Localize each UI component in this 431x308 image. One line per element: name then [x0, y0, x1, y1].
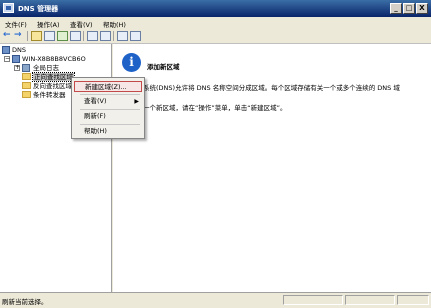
context-menu: 新建区域(Z)... 查看(V) ▶ 刷新(F) 帮助(H): [71, 77, 145, 139]
submenu-arrow-icon: ▶: [134, 98, 139, 105]
tree-label-server: WIN-X8B8B8VCB6O: [22, 55, 86, 63]
details-pane: i 添加新区域 系统(DNS)允许将 DNS 名称空间分成区域。每个区域存储有关…: [113, 44, 431, 292]
zone-icon[interactable]: [130, 31, 141, 41]
context-menu-view[interactable]: 查看(V) ▶: [74, 96, 142, 107]
context-menu-separator: [80, 109, 140, 110]
context-menu-help[interactable]: 帮助(H): [74, 126, 142, 137]
maximize-button[interactable]: □: [403, 3, 415, 14]
context-menu-new-zone-label: 新建区域(Z)...: [85, 83, 127, 91]
status-panel: [397, 295, 429, 305]
content-heading: 添加新区域: [147, 63, 180, 71]
content-paragraph-2: 一个新区域，请在“操作”菜单，单击“新建区域”。: [143, 104, 287, 112]
server-icon: [12, 55, 20, 63]
logs-icon: [22, 64, 30, 72]
context-menu-separator: [80, 124, 140, 125]
status-panel: [345, 295, 395, 305]
status-text: 刷新当前选择。: [2, 298, 48, 306]
content-paragraph-1: 系统(DNS)允许将 DNS 名称空间分成区域。每个区域存储有关一个或多个连续的…: [143, 84, 400, 92]
menu-file[interactable]: 文件(F): [5, 19, 27, 29]
minimize-button[interactable]: _: [390, 3, 402, 14]
info-icon: i: [122, 53, 141, 72]
dns-app-icon: [3, 3, 14, 13]
tree-label-dns: DNS: [12, 46, 26, 54]
tree-label-reverse-zone: 反向查找区域: [33, 82, 72, 90]
refresh-icon[interactable]: [57, 31, 68, 41]
toolbar-separator: [83, 31, 84, 41]
forward-icon[interactable]: →: [14, 31, 25, 41]
menu-help[interactable]: 帮助(H): [103, 19, 126, 29]
close-button[interactable]: X: [416, 3, 428, 14]
tree-label-forward-zone: 正向查找区域: [32, 72, 75, 82]
folder-icon: [22, 73, 31, 80]
toolbar-separator: [27, 31, 28, 41]
up-folder-icon[interactable]: [31, 31, 42, 41]
tree-label-global-logs: 全局日志: [33, 64, 59, 72]
context-menu-refresh[interactable]: 刷新(F): [74, 111, 142, 122]
show-hide-tree-icon[interactable]: [44, 31, 55, 41]
collapse-icon[interactable]: −: [4, 56, 10, 62]
server-icon[interactable]: [117, 31, 128, 41]
dns-icon: [2, 46, 10, 54]
context-menu-new-zone[interactable]: 新建区域(Z)...: [74, 81, 142, 92]
help-icon[interactable]: [87, 31, 98, 41]
menu-action[interactable]: 操作(A): [37, 19, 60, 29]
window-title: DNS 管理器: [18, 5, 59, 13]
dns-manager-window: DNS 管理器 _ □ X 文件(F) 操作(A) 查看(V) 帮助(H) ← …: [0, 0, 431, 308]
tree-label-conditional-forwarders: 条件转发器: [33, 91, 66, 99]
status-bar: 刷新当前选择。: [0, 292, 431, 308]
export-icon[interactable]: [70, 31, 81, 41]
back-icon[interactable]: ←: [3, 31, 14, 41]
context-menu-refresh-label: 刷新(F): [84, 112, 106, 120]
context-menu-help-label: 帮助(H): [84, 127, 107, 135]
context-menu-separator: [80, 94, 140, 95]
toolbar: ← →: [0, 29, 431, 44]
menu-bar: 文件(F) 操作(A) 查看(V) 帮助(H): [0, 17, 431, 29]
folder-icon: [22, 82, 31, 89]
expand-icon[interactable]: +: [14, 65, 20, 71]
folder-icon: [22, 91, 31, 98]
context-menu-view-label: 查看(V): [84, 97, 107, 105]
status-panel: [283, 295, 343, 305]
title-bar: DNS 管理器 _ □ X: [0, 0, 431, 17]
toolbar-separator: [113, 31, 114, 41]
properties-icon[interactable]: [100, 31, 111, 41]
menu-view[interactable]: 查看(V): [70, 19, 93, 29]
